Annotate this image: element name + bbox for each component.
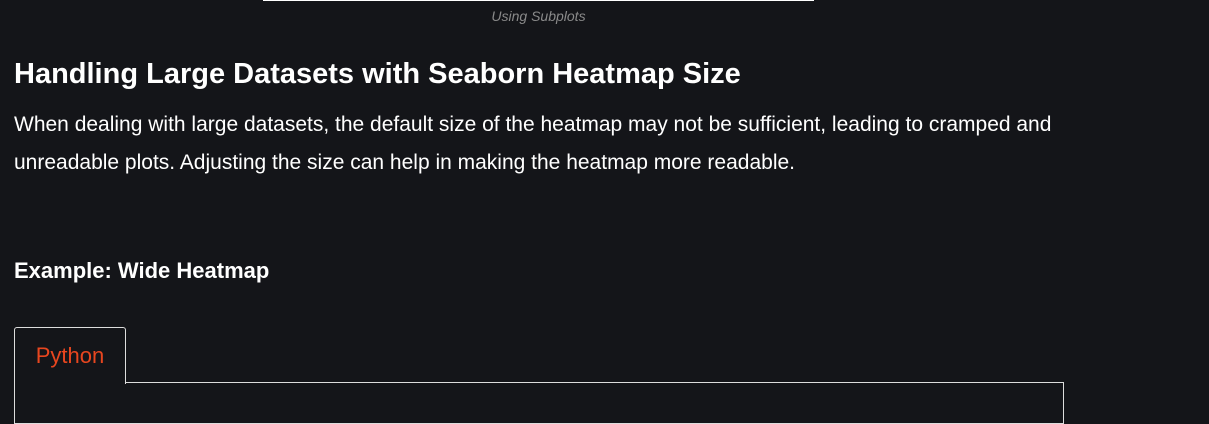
example-heading: Example: Wide Heatmap <box>14 258 270 283</box>
figure-caption: Using Subplots <box>491 8 586 24</box>
section-paragraph: When dealing with large datasets, the de… <box>14 113 1052 174</box>
figure-image-edge <box>263 0 814 1</box>
section-heading: Handling Large Datasets with Seaborn Hea… <box>14 58 741 90</box>
code-panel <box>14 382 1064 424</box>
tab-python[interactable]: Python <box>14 327 126 384</box>
